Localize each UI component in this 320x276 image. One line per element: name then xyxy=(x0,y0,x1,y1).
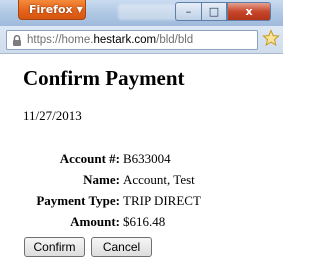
field-label: Payment Type: xyxy=(36,193,120,208)
url-domain: hestark.com xyxy=(93,34,157,46)
dropdown-arrow-icon: ▼ xyxy=(76,5,83,14)
title-bar: Firefox ▼ – □ x xyxy=(0,0,283,26)
field-value: $616.48 xyxy=(123,214,166,229)
payment-date: 11/27/2013 xyxy=(23,108,82,123)
window-controls: – □ x xyxy=(175,2,271,21)
field-value: Account, Test xyxy=(123,172,195,187)
url-text: https://home.hestark.com/bld/bld xyxy=(27,31,193,49)
navigation-bar: https://home.hestark.com/bld/bld xyxy=(0,26,283,54)
field-row-name: Name: Account, Test xyxy=(0,171,283,189)
field-value: TRIP DIRECT xyxy=(123,193,201,208)
field-row-payment-type: Payment Type: TRIP DIRECT xyxy=(0,192,283,210)
maximize-icon: □ xyxy=(208,5,220,18)
bookmark-star-icon[interactable] xyxy=(262,29,280,47)
browser-window: Firefox ▼ – □ x https://home.hestark.com/… xyxy=(0,0,283,276)
minimize-button[interactable]: – xyxy=(175,2,201,21)
field-label: Amount: xyxy=(70,214,120,229)
field-row-amount: Amount: $616.48 xyxy=(0,213,283,231)
close-icon: x xyxy=(245,5,253,18)
url-prefix: https://home. xyxy=(27,34,94,46)
lock-icon xyxy=(13,35,21,46)
firefox-menu-button[interactable]: Firefox ▼ xyxy=(18,0,86,20)
url-field[interactable]: https://home.hestark.com/bld/bld xyxy=(6,30,258,50)
close-button[interactable]: x xyxy=(227,2,271,21)
cancel-button[interactable]: Cancel xyxy=(91,237,152,257)
background-tab[interactable] xyxy=(118,4,178,20)
field-row-account: Account #: B633004 xyxy=(0,150,283,168)
minimize-icon: – xyxy=(185,5,192,18)
url-path: /bld/bld xyxy=(156,34,194,46)
maximize-button[interactable]: □ xyxy=(201,2,227,21)
firefox-menu-label: Firefox xyxy=(29,3,73,16)
field-label: Name: xyxy=(83,172,120,187)
page-content: Confirm Payment 11/27/2013 Account #: B6… xyxy=(0,54,283,276)
field-value: B633004 xyxy=(123,151,171,166)
page-title: Confirm Payment xyxy=(23,66,185,90)
field-label: Account #: xyxy=(59,151,120,166)
confirm-button[interactable]: Confirm xyxy=(24,237,85,257)
